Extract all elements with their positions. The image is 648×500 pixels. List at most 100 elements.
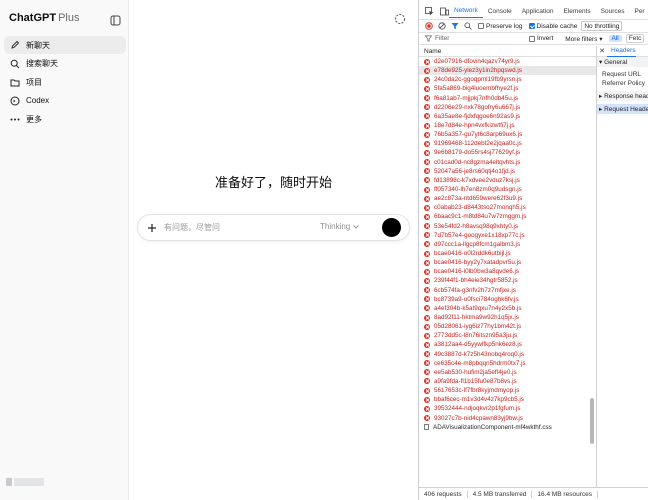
model-selector[interactable]: Thinking: [320, 222, 360, 231]
request-row[interactable]: 18e7d84e-hpn4vxfkizwtfi7j.js: [419, 121, 596, 130]
sidebar-item-label: 项目: [26, 77, 42, 87]
tab-elements[interactable]: Elements: [559, 4, 596, 18]
request-row[interactable]: d97ccc1a-llgcp8fcm1galbm3.js: [419, 240, 596, 249]
tab-application[interactable]: Application: [517, 4, 559, 18]
tab-network[interactable]: Network: [449, 4, 483, 18]
sidebar-item-projects[interactable]: 项目: [4, 73, 126, 91]
request-row[interactable]: 5617653c-lf7fbr8kyjmdmyop.js: [419, 386, 596, 395]
folder-icon: [9, 77, 21, 87]
request-row[interactable]: 9e6b8179-do55rs4sj77629yf.js: [419, 148, 596, 157]
disable-cache-checkbox[interactable]: Disable cache: [528, 23, 577, 30]
request-name: 93027c7b-nid4cpawn83yj9bw.js: [434, 414, 523, 422]
sidebar-item-new-chat[interactable]: 新聊天: [4, 36, 126, 54]
tab-sources[interactable]: Sources: [596, 4, 630, 18]
filter-icon[interactable]: [451, 22, 459, 30]
request-name: d2206e29-nxk78gofry6u667j.js: [434, 103, 521, 111]
clear-icon[interactable]: [438, 22, 446, 30]
more-filters-button[interactable]: More filters ▾: [565, 35, 602, 43]
request-row[interactable]: bc8739a9-o0fsci784oghk6fv.js: [419, 295, 596, 304]
request-row[interactable]: f6a81ab7-mjjpkj7nfh0db45u.js: [419, 94, 596, 103]
record-icon[interactable]: [425, 22, 433, 30]
request-row[interactable]: 2773dd5c-l8n76itszn95a3ju.js: [419, 331, 596, 340]
request-row[interactable]: 6cb574fa-g3nfv2h7z7mfjxe.js: [419, 286, 596, 295]
general-section[interactable]: ▾ General: [597, 57, 648, 67]
error-icon: [424, 58, 430, 65]
request-name: 5617653c-lf7fbr8kyjmdmyop.js: [434, 387, 520, 395]
request-row[interactable]: c01cad0d-nc8gzma4eltqvhts.js: [419, 158, 596, 167]
column-header-name[interactable]: Name: [419, 46, 596, 57]
sidebar-item-label: 更多: [26, 114, 42, 124]
request-row[interactable]: 76b5a357-gu7yt6c8arp69ux6.js: [419, 130, 596, 139]
request-row[interactable]: d2206e29-nxk78gofry6u667j.js: [419, 103, 596, 112]
voice-mode-button[interactable]: [382, 218, 401, 237]
request-row[interactable]: fd13898c-k7xdvee2vduz7ksj.js: [419, 176, 596, 185]
more-icon: [9, 114, 21, 124]
request-row[interactable]: 49c3887d-k7z5h43nobq4roq0.js: [419, 350, 596, 359]
request-row[interactable]: bcae0416-i0lb0bw3a8qvde6.js: [419, 267, 596, 276]
inspect-icon[interactable]: [425, 6, 434, 16]
request-row[interactable]: bcae0416-byy2y7xatadpvr5u.js: [419, 258, 596, 267]
request-name: 6baac9c1-m8td84u7w7zmggm.js: [434, 213, 527, 221]
request-row[interactable]: ae2c873a-ntd659were62f3u9.js: [419, 194, 596, 203]
request-row[interactable]: ce635c4e-m8pbqqn5hdrm0tx7.js: [419, 359, 596, 368]
resources-size: 16.4 MB resources: [532, 490, 598, 498]
request-row[interactable]: ff057340-lh7en8zm0q9udsgn.js: [419, 185, 596, 194]
request-row[interactable]: d2e07916-dfovin4qazv74yr9.js: [419, 57, 596, 66]
error-icon: [424, 223, 430, 230]
request-row[interactable]: bcae0416-o0l2rddk6utbijl.js: [419, 249, 596, 258]
throttling-select[interactable]: No throttling: [581, 21, 623, 31]
request-row[interactable]: 6baac9c1-m8td84u7w7zmggm.js: [419, 212, 596, 221]
device-toolbar-icon[interactable]: [440, 6, 449, 16]
sidebar-item-more[interactable]: 更多: [4, 110, 126, 128]
composer[interactable]: Thinking: [137, 214, 410, 241]
temporary-chat-icon[interactable]: [394, 12, 406, 24]
request-row[interactable]: 52047a56-je8rs60qtj4o1fjd.js: [419, 167, 596, 176]
sidebar-toggle-icon[interactable]: [110, 13, 121, 26]
request-row[interactable]: c0abab23-d8443tso27monqh5.js: [419, 203, 596, 212]
brand[interactable]: ChatGPT Plus: [9, 12, 79, 24]
error-icon: [424, 122, 430, 129]
request-row[interactable]: e78de925-ylez3y1in2hpqswd.js: [419, 66, 596, 76]
request-row[interactable]: 8ad92f11-hktma9w92h1q5jx.js: [419, 313, 596, 322]
request-row[interactable]: 24c0da2c-ggoqpml19fb9yrsn.js: [419, 75, 596, 84]
invert-checkbox[interactable]: Invert: [529, 35, 553, 42]
request-row[interactable]: 05d28061-iyg6iz77hy1bm42t.js: [419, 322, 596, 331]
tab-headers[interactable]: Headers: [607, 46, 636, 57]
request-row[interactable]: ADAVisualizationComponent-mf4wkthf.css: [419, 423, 596, 432]
sidebar-item-codex[interactable]: Codex: [4, 92, 126, 110]
sidebar-item-search[interactable]: 搜索聊天: [4, 55, 126, 73]
request-row[interactable]: 7d7b57e4-googyxe1x18xp77c.js: [419, 231, 596, 240]
request-row[interactable]: 91969468-112debt2e2jqaa0c.js: [419, 139, 596, 148]
filter-fetch-chip[interactable]: Fetc: [625, 34, 645, 43]
request-row[interactable]: 239f44f1-bh4eie34hgtr5852.js: [419, 276, 596, 285]
request-row[interactable]: 5fa5a869-big4luoembfhye2f.js: [419, 84, 596, 93]
request-row[interactable]: a9fa9fda-fl1b15fu0e87b8vs.js: [419, 377, 596, 386]
request-row[interactable]: ee5ab530-hufim2ja5eft4je0.js: [419, 368, 596, 377]
plus-icon[interactable]: [146, 221, 158, 233]
filter-all-chip[interactable]: All: [608, 35, 622, 42]
request-name: 9e6b8179-do55rs4sj77629yf.js: [434, 149, 521, 157]
response-headers-section[interactable]: ▸ Response heade: [597, 91, 648, 101]
request-row[interactable]: a3812aa4-d5yywlfkp5nk6ez8.js: [419, 340, 596, 349]
close-icon[interactable]: ✕: [597, 47, 607, 55]
scrollbar-thumb[interactable]: [590, 398, 594, 444]
request-row[interactable]: bbaf6cec-m1v3d4v4z7kp9cb5.js: [419, 395, 596, 404]
error-icon: [424, 213, 430, 220]
request-row[interactable]: 39532444-ndjoqkvr2p1fgfum.js: [419, 404, 596, 413]
filter-placeholder: Filter: [435, 35, 450, 42]
search-icon[interactable]: [464, 22, 472, 30]
preserve-log-checkbox[interactable]: Preserve log: [478, 23, 523, 30]
request-row[interactable]: 53e54fd2-h8avsq98q9xhty0.js: [419, 222, 596, 231]
request-row[interactable]: 6a35ae8e-fjdxfqgoe6n92as9.js: [419, 112, 596, 121]
request-headers-section[interactable]: ▸ Request Header: [597, 104, 648, 114]
request-row[interactable]: 93027c7b-nid4cpawn83yj9bw.js: [419, 413, 596, 422]
tab-performance[interactable]: Per: [629, 4, 648, 18]
tab-console[interactable]: Console: [483, 4, 517, 18]
request-name: bcae0416-i0lb0bw3a8qvde6.js: [434, 268, 520, 276]
error-icon: [424, 204, 430, 211]
user-account[interactable]: [6, 478, 44, 486]
filter-input[interactable]: Filter: [425, 34, 525, 44]
prompt-input[interactable]: [164, 221, 314, 234]
request-row[interactable]: a4ef304b-k5at9qxu7n4y2x5b.js: [419, 304, 596, 313]
error-icon: [424, 131, 430, 138]
